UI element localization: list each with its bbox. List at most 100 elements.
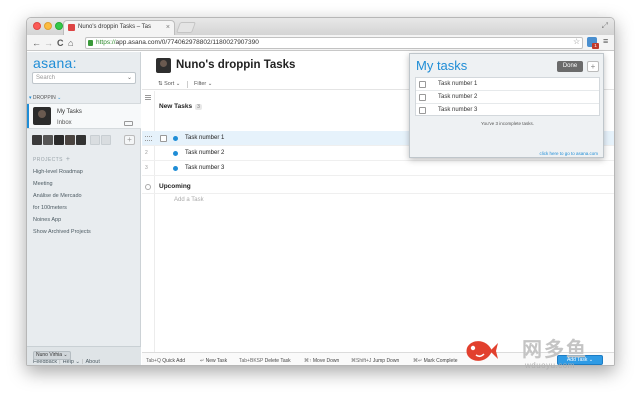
filter-button[interactable]: Filter ⌄: [194, 81, 212, 87]
tab-close-icon[interactable]: ×: [166, 21, 170, 34]
go-to-asana-link[interactable]: click here to go to asana.com: [539, 151, 598, 156]
member-avatar[interactable]: [43, 135, 53, 145]
user-menu-label: Nuno Virhia: [36, 352, 63, 358]
my-tasks-block[interactable]: My Tasks Inbox: [27, 103, 141, 129]
sidebar: asana: Search ⌄ ▾ DROPPIN ⌄ My Tasks Inb…: [27, 52, 141, 365]
sort-button[interactable]: ⇅ Sort ⌄: [158, 81, 180, 87]
sidebar-item-project[interactable]: for 100meters: [33, 205, 67, 211]
asana-favicon-icon: [68, 24, 75, 31]
user-menu-button[interactable]: Nuno Virhia ⌄: [33, 351, 71, 360]
incomplete-tasks-note: You've 3 incomplete tasks.: [481, 121, 534, 126]
browser-menu-icon[interactable]: ≡: [603, 36, 608, 46]
url-scheme: https://: [96, 39, 116, 46]
add-project-icon[interactable]: +: [66, 156, 71, 163]
chevron-down-icon[interactable]: ⌄: [127, 73, 132, 83]
about-link[interactable]: About: [85, 359, 99, 365]
browser-tab-bar: Nuno's droppin Tasks – Tas × ⤢: [27, 18, 614, 35]
back-arrow-icon[interactable]: ←: [32, 37, 41, 49]
add-task-input[interactable]: Add a Task: [174, 197, 204, 203]
task-checkbox[interactable]: [160, 135, 167, 142]
inbox-icon: [124, 121, 133, 126]
browser-tab[interactable]: Nuno's droppin Tasks – Tas ×: [63, 20, 175, 35]
task-name[interactable]: Task number 3: [185, 165, 224, 171]
watermark-url: wduoyu.com: [525, 361, 575, 370]
popup-task-row[interactable]: Task number 3: [416, 104, 599, 117]
selected-indicator: [27, 104, 29, 128]
show-archived-projects-link[interactable]: Show Archived Projects: [33, 229, 91, 235]
shortcut-hint: ⌘↵ Mark Complete: [413, 358, 458, 364]
list-view-icon[interactable]: [145, 95, 151, 100]
member-placeholder: [101, 135, 111, 145]
watermark: 网多鱼 wduoyu.com: [460, 330, 635, 380]
shortcut-hint: ↵ New Task: [200, 358, 228, 364]
extension-popup: My tasks Done + Task number 1 Task numbe…: [409, 53, 604, 158]
task-name[interactable]: Task number 1: [185, 135, 224, 141]
shortcut-hint: ⌘↑ Move Down: [304, 358, 340, 364]
filter-label: Filter: [194, 81, 207, 87]
task-checkbox[interactable]: [419, 94, 426, 101]
close-window-button[interactable]: [33, 22, 41, 30]
url-path: app.asana.com/0/774062978802/11800279073…: [115, 39, 259, 46]
task-dot-icon: [173, 136, 178, 141]
sidebar-item-my-tasks[interactable]: My Tasks: [57, 109, 82, 115]
sidebar-item-inbox[interactable]: Inbox: [57, 120, 72, 126]
maximize-window-button[interactable]: [55, 22, 63, 30]
watermark-text: 网多鱼: [522, 337, 588, 361]
bookmark-star-icon[interactable]: ☆: [573, 37, 580, 46]
url-input[interactable]: https://app.asana.com/0/774062978802/118…: [85, 37, 583, 49]
projects-header-label: PROJECTS: [33, 157, 63, 163]
workspace-members: +: [32, 135, 140, 147]
search-input[interactable]: Search ⌄: [32, 72, 136, 84]
sidebar-item-project[interactable]: Meeting: [33, 181, 53, 187]
popup-task-row[interactable]: Task number 1: [416, 78, 599, 91]
drag-handle-icon[interactable]: [145, 136, 152, 141]
task-checkbox[interactable]: [419, 81, 426, 88]
user-avatar: [33, 107, 51, 125]
reload-icon[interactable]: C: [57, 37, 64, 49]
search-placeholder: Search: [36, 75, 56, 81]
popup-task-name: Task number 3: [438, 107, 478, 113]
address-bar-row: ← → C ⌂ https://app.asana.com/0/77406297…: [27, 35, 614, 51]
workspace-selector[interactable]: ▾ DROPPIN ⌄: [27, 93, 141, 103]
popup-task-row[interactable]: Task number 2: [416, 91, 599, 104]
shortcut-hint: ⌘Shift+J Jump Down: [351, 358, 400, 364]
sort-label: Sort: [164, 81, 175, 87]
member-avatar[interactable]: [76, 135, 86, 145]
asana-logo[interactable]: asana:: [33, 55, 77, 71]
collapse-circle-icon[interactable]: [145, 184, 151, 190]
workspace-label: DROPPIN: [32, 95, 56, 101]
task-number: 3: [145, 165, 148, 171]
projects-header: PROJECTS +: [33, 156, 70, 163]
extension-badge: 1: [592, 43, 599, 49]
sidebar-item-project[interactable]: High-level Roadmap: [33, 169, 83, 175]
task-checkbox[interactable]: [419, 107, 426, 114]
task-dot-icon: [173, 151, 178, 156]
member-avatar[interactable]: [54, 135, 64, 145]
shortcut-hint: Tab+BKSP Delete Task: [239, 358, 291, 364]
lock-icon: [88, 40, 93, 46]
add-member-button[interactable]: +: [124, 135, 135, 145]
sidebar-item-project[interactable]: Análise de Mercado: [33, 193, 82, 199]
sidebar-item-project[interactable]: Noines App: [33, 217, 61, 223]
member-avatar[interactable]: [65, 135, 75, 145]
section-title: Upcoming: [159, 183, 191, 190]
popup-title: My tasks: [416, 58, 468, 73]
browser-window: Nuno's droppin Tasks – Tas × ⤢ ← → C ⌂ h…: [26, 17, 615, 366]
minimize-window-button[interactable]: [44, 22, 52, 30]
home-icon[interactable]: ⌂: [68, 37, 73, 49]
task-number: 2: [145, 150, 148, 156]
section-title: New Tasks: [159, 103, 193, 110]
done-button[interactable]: Done: [557, 61, 583, 72]
logo-text: asana: [33, 55, 73, 71]
new-tab-button[interactable]: [175, 22, 197, 33]
add-task-plus-button[interactable]: +: [587, 61, 599, 72]
forward-arrow-icon[interactable]: →: [44, 37, 53, 49]
fish-logo-icon: [466, 341, 498, 361]
shortcut-hint: Tab+Q Quick Add: [146, 358, 186, 364]
section-header-upcoming[interactable]: Upcoming: [142, 180, 614, 194]
task-row[interactable]: 3 Task number 3: [142, 161, 614, 176]
member-avatar[interactable]: [32, 135, 42, 145]
task-name[interactable]: Task number 2: [185, 150, 224, 156]
section-header-new-tasks[interactable]: New Tasks 3: [159, 103, 202, 110]
fullscreen-icon[interactable]: ⤢: [602, 21, 608, 31]
